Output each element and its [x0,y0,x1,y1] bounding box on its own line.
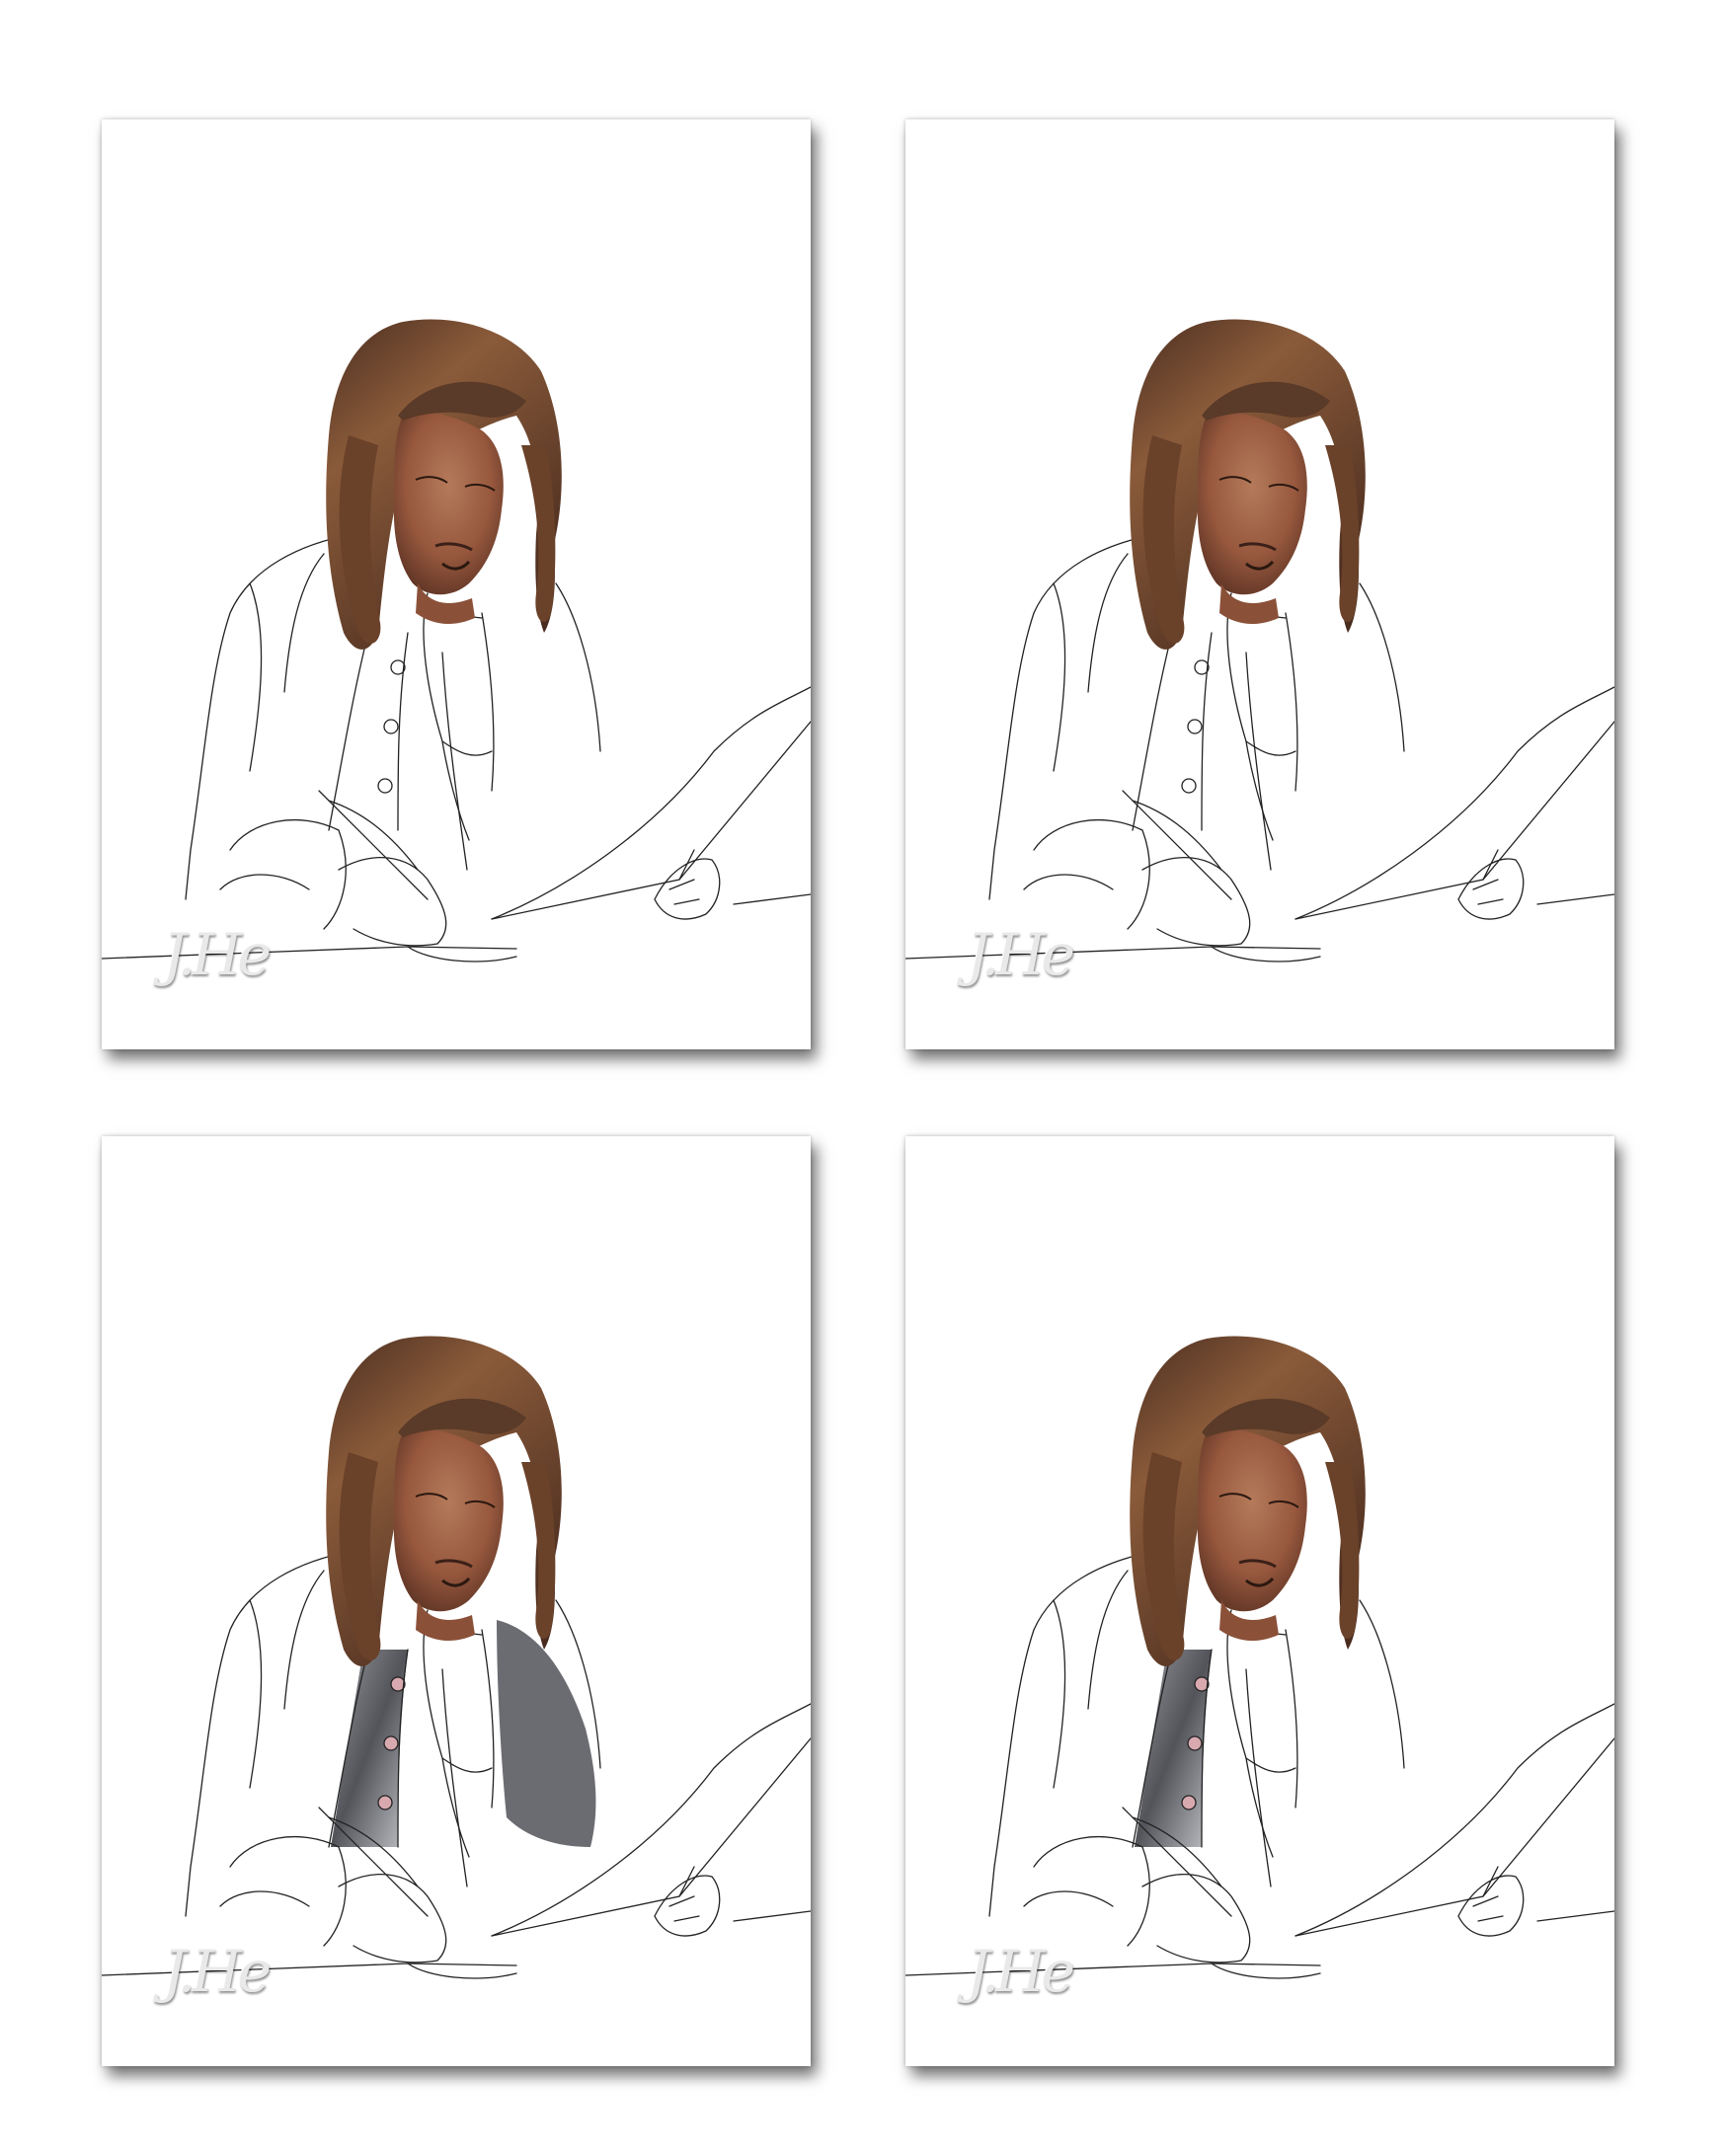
portrait-drawing [102,317,811,962]
signature: J.He [163,1938,272,2005]
signature: J.He [967,1938,1075,2005]
signature: J.He [967,921,1075,988]
step-panel-2: J.He [905,119,1614,1049]
portrait-drawing [905,317,1614,962]
portrait-drawing [905,1334,1614,1979]
signature: J.He [163,921,272,988]
portrait-drawing [102,1334,811,1979]
step-panel-4: J.He [905,1136,1614,2066]
step-panel-1: J.He [102,119,811,1049]
step-panel-3: J.He [102,1136,811,2066]
